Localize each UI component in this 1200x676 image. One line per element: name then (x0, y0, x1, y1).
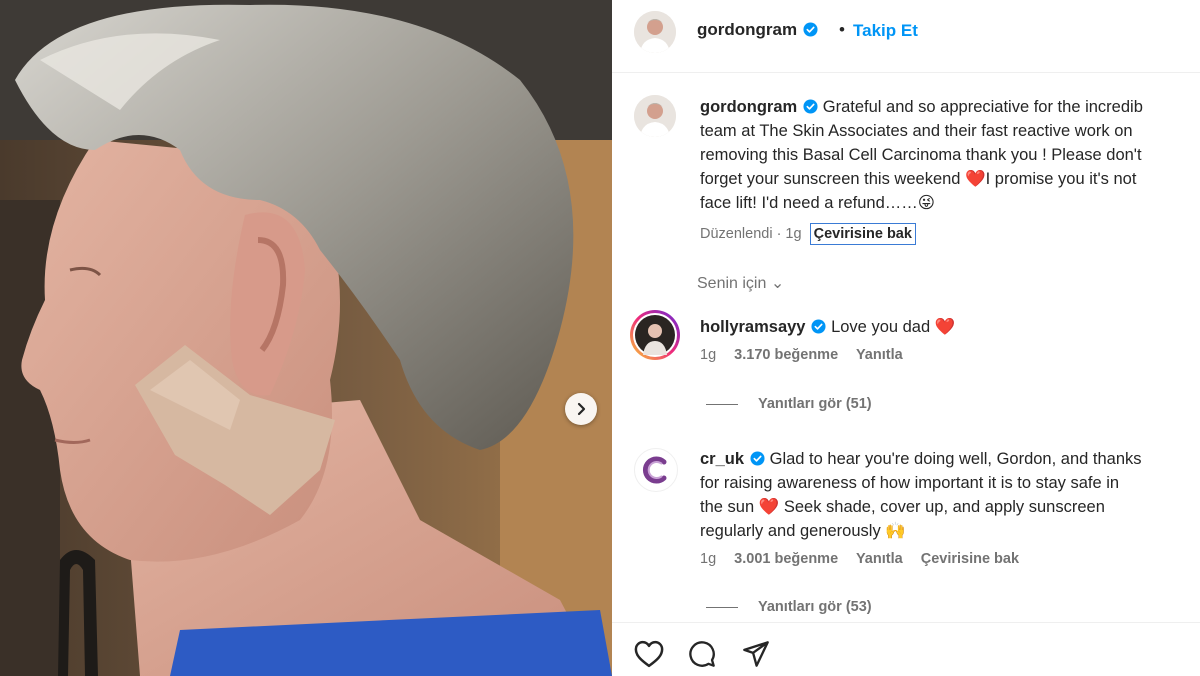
post-author-username[interactable]: gordongram (697, 20, 818, 40)
comment-item: hollyramsayy Love you dad ❤️ 1g 3.170 be… (700, 315, 1200, 363)
post-photo (0, 0, 612, 676)
post-actions-bar (612, 622, 1200, 676)
chevron-right-icon (577, 402, 586, 416)
view-replies-button[interactable]: Yanıtları gör (51) (706, 396, 872, 412)
caption-text-line-2: team at The Skin Associates and their fa… (700, 122, 1133, 140)
caption-avatar[interactable] (634, 95, 676, 137)
comment-text-line-4: regularly and generously 🙌 (700, 522, 906, 540)
comment-username[interactable]: hollyramsayy (700, 318, 805, 336)
comment-sort-dropdown[interactable]: Senin için ⌄ (697, 273, 784, 293)
view-replies-label[interactable]: Yanıtları gör (51) (758, 396, 872, 412)
comment-age: 1g (700, 347, 717, 363)
comment-body: hollyramsayy Love you dad ❤️ (700, 315, 1200, 339)
comment-username[interactable]: cr_uk (700, 450, 744, 468)
verified-badge-icon (750, 451, 765, 466)
edited-timestamp: Düzenlendi · 1g (700, 226, 802, 242)
comment-likes[interactable]: 3.001 beğenme (734, 551, 838, 567)
author-name[interactable]: gordongram (697, 20, 797, 39)
see-translation-button[interactable]: Çevirisine bak (809, 223, 916, 245)
comment-icon[interactable] (688, 640, 716, 668)
post-caption: gordongram Grateful and so appreciative … (700, 95, 1200, 245)
comment-likes[interactable]: 3.170 beğenme (734, 347, 838, 363)
comment-meta: 1g 3.170 beğenme Yanıtla (700, 347, 1200, 363)
caption-text-line-1: Grateful and so appreciative for the inc… (822, 98, 1143, 116)
comment-meta: 1g 3.001 beğenme Yanıtla Çevirisine bak (700, 551, 1200, 567)
share-icon[interactable] (742, 640, 770, 668)
comment-age: 1g (700, 551, 717, 567)
reply-button[interactable]: Yanıtla (856, 551, 903, 567)
caption-text-line-3: removing this Basal Cell Carcinoma thank… (700, 146, 1142, 164)
follow-button[interactable]: Takip Et (853, 21, 918, 41)
verified-badge-icon (803, 22, 818, 37)
caption-username[interactable]: gordongram (700, 98, 797, 116)
caption-line: gordongram Grateful and so appreciative … (700, 95, 1200, 119)
caption-text-line-4: forget your sunscreen this weekend ❤️I p… (700, 170, 1137, 188)
post-header: gordongram • Takip Et (612, 0, 1200, 73)
caption-text-line-5: face lift! I'd need a refund……😜 (700, 194, 935, 212)
comment-text-line-1: Glad to hear you're doing well, Gordon, … (769, 450, 1142, 468)
caption-meta: Düzenlendi · 1g Çevirisine bak (700, 223, 1200, 245)
comment-text-line-2: for raising awareness of how important i… (700, 474, 1120, 492)
see-translation-button[interactable]: Çevirisine bak (921, 551, 1019, 567)
next-photo-button[interactable] (565, 393, 597, 425)
verified-badge-icon (811, 319, 827, 334)
verified-badge-icon (803, 99, 818, 114)
reply-button[interactable]: Yanıtla (856, 347, 903, 363)
replies-divider (706, 403, 738, 405)
comment-text: Love you dad ❤️ (831, 318, 956, 336)
replies-divider (706, 606, 738, 608)
comment-body: cr_uk Glad to hear you're doing well, Go… (700, 447, 1200, 471)
avatar[interactable] (634, 11, 676, 53)
comment-text-line-3: the sun ❤️ Seek shade, cover up, and app… (700, 498, 1105, 516)
view-replies-button[interactable]: Yanıtları gör (53) (706, 599, 872, 615)
view-replies-label[interactable]: Yanıtları gör (53) (758, 599, 872, 615)
header-separator: • (839, 20, 845, 39)
comment-avatar[interactable] (630, 310, 680, 360)
heart-icon[interactable] (634, 640, 664, 668)
comment-item: cr_uk Glad to hear you're doing well, Go… (700, 447, 1200, 567)
comment-avatar[interactable] (634, 448, 678, 492)
post-side-panel: gordongram • Takip Et gordongram Gratefu… (612, 0, 1200, 676)
